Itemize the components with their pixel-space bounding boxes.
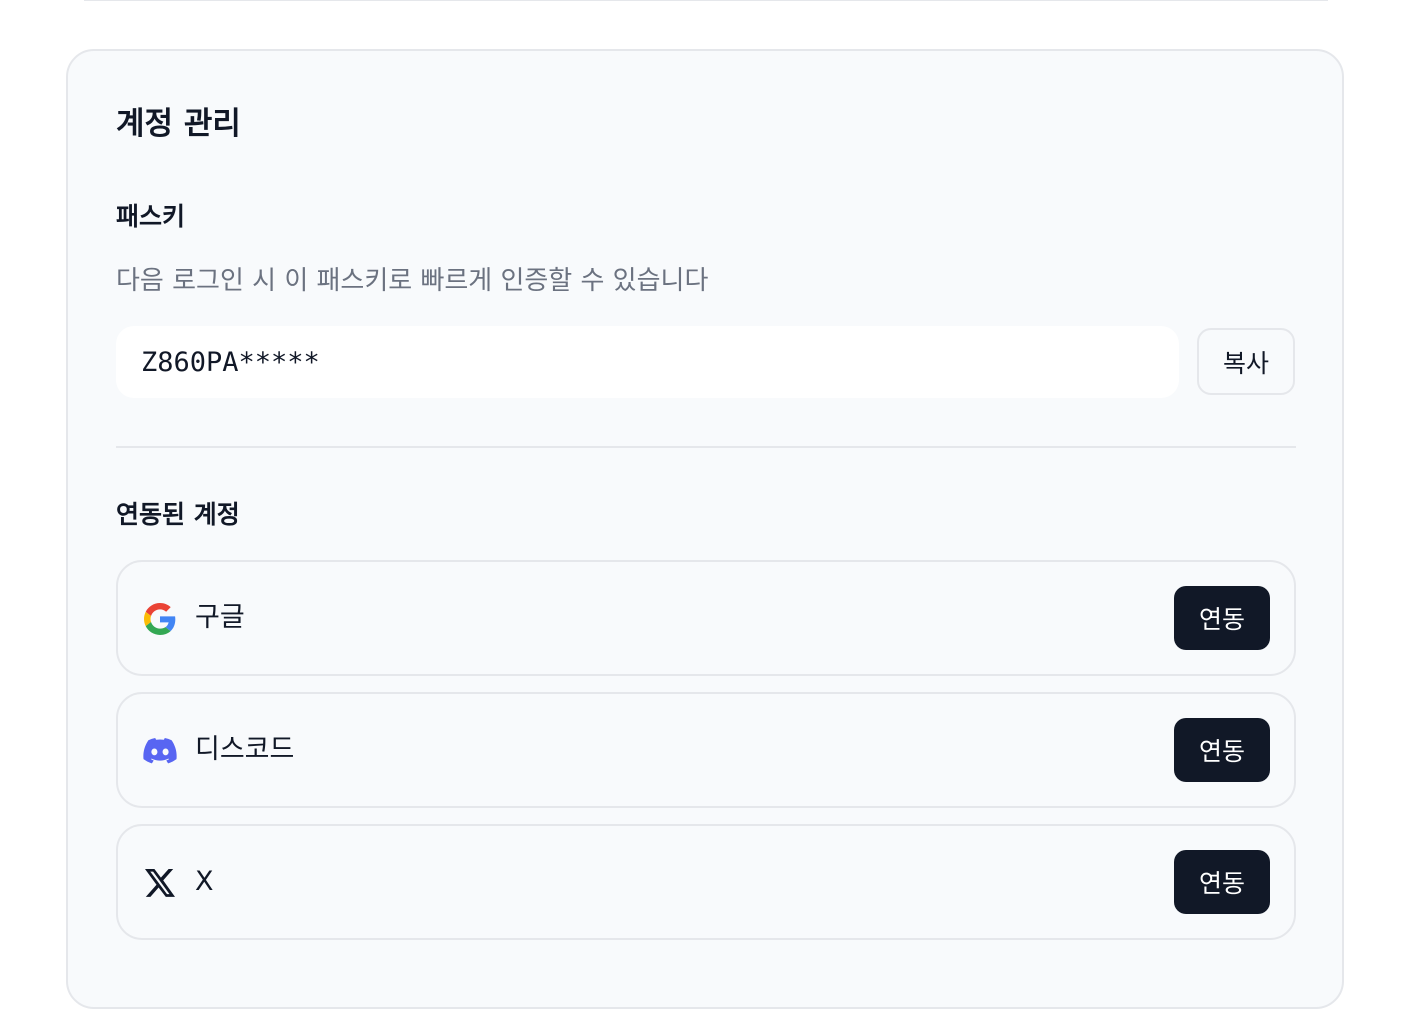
account-name: X <box>195 866 214 897</box>
passkey-value: Z860PA***** <box>141 346 320 378</box>
section-divider <box>116 446 1296 448</box>
top-divider <box>84 0 1328 1</box>
passkey-description: 다음 로그인 시 이 패스키로 빠르게 인증할 수 있습니다 <box>116 266 709 296</box>
link-google-button[interactable]: 연동 <box>1174 586 1270 650</box>
account-name: 디스코드 <box>195 734 295 765</box>
linked-accounts-label: 연동된 계정 <box>116 500 240 529</box>
google-icon <box>143 602 177 636</box>
passkey-field[interactable]: Z860PA***** <box>116 326 1179 398</box>
link-x-button[interactable]: 연동 <box>1174 850 1270 914</box>
link-discord-button[interactable]: 연동 <box>1174 718 1270 782</box>
linked-account-discord: 디스코드 연동 <box>116 692 1296 808</box>
linked-account-x: X 연동 <box>116 824 1296 940</box>
x-logo-icon <box>143 866 177 900</box>
account-name: 구글 <box>195 602 245 633</box>
discord-icon <box>143 734 177 768</box>
copy-button[interactable]: 복사 <box>1197 328 1295 395</box>
linked-account-google: 구글 연동 <box>116 560 1296 676</box>
page-title: 계정 관리 <box>116 106 241 142</box>
passkey-label: 패스키 <box>116 202 186 231</box>
